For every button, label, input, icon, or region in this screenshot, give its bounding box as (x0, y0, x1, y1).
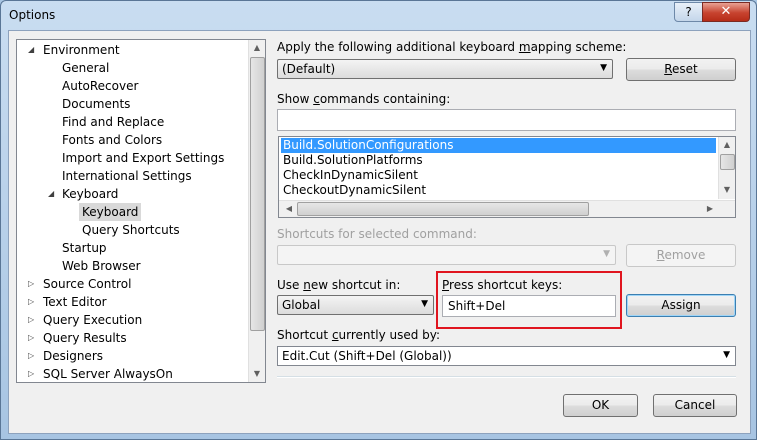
tree-item-label: SQL Server AlwaysOn (43, 367, 173, 381)
scroll-thumb[interactable] (720, 154, 735, 170)
options-tree[interactable]: ◢ Environment General AutoRecover Docume… (16, 39, 266, 383)
tree-vertical-scrollbar[interactable]: ▲ ▼ (248, 40, 265, 382)
help-icon: ? (685, 5, 692, 19)
help-button[interactable]: ? (674, 2, 703, 22)
tree-item-general[interactable]: General (17, 59, 247, 77)
scroll-down-icon[interactable]: ▼ (719, 182, 735, 198)
list-item[interactable]: Build.SolutionPlatforms (281, 153, 423, 168)
scroll-up-icon[interactable]: ▲ (719, 137, 735, 153)
shortcuts-selected-dropdown[interactable]: ▼ (277, 245, 616, 265)
scroll-right-icon[interactable]: ▶ (702, 201, 718, 217)
commands-vertical-scrollbar[interactable]: ▲ ▼ (718, 137, 735, 199)
tree-item-label: Keyboard (62, 187, 119, 201)
title-bar[interactable]: Options ? ✕ (1, 1, 756, 31)
assign-button[interactable]: Assign (626, 294, 736, 317)
chevron-down-icon: ▼ (421, 299, 428, 309)
tree-item-label: Query Results (43, 331, 127, 345)
list-item[interactable]: Build.SolutionConfigurations (281, 138, 716, 153)
currently-used-value: Edit.Cut (Shift+Del (Global)) (282, 349, 452, 363)
tree-item-label: Text Editor (43, 295, 107, 309)
tree-item-label: General (62, 61, 110, 75)
remove-button[interactable]: Remove (626, 244, 736, 267)
tree-item-keyboard[interactable]: Keyboard (17, 203, 247, 221)
use-new-shortcut-label: Use new shortcut in: (277, 278, 401, 292)
tree-item-find-and-replace[interactable]: Find and Replace (17, 113, 247, 131)
tree-item-label: Import and Export Settings (62, 151, 225, 165)
expand-icon[interactable]: ▷ (28, 275, 34, 293)
scroll-thumb[interactable] (297, 202, 589, 216)
scroll-down-icon[interactable]: ▼ (249, 366, 265, 382)
currently-used-dropdown[interactable]: Edit.Cut (Shift+Del (Global)) ▼ (277, 346, 736, 366)
list-item[interactable]: CheckoutDynamicSilent (281, 183, 426, 198)
expand-icon[interactable]: ▷ (28, 347, 34, 365)
close-icon: ✕ (720, 4, 732, 19)
scroll-thumb[interactable] (250, 57, 265, 331)
tree-item-keyboard-group[interactable]: ◢ Keyboard (17, 185, 247, 203)
cancel-button[interactable]: Cancel (653, 394, 737, 417)
tree-item-label: Query Execution (43, 313, 143, 327)
expand-icon[interactable]: ▷ (28, 329, 34, 347)
scroll-left-icon[interactable]: ◀ (281, 201, 297, 217)
chevron-down-icon: ▼ (600, 63, 607, 73)
chevron-down-icon: ▼ (603, 249, 610, 259)
use-new-shortcut-value: Global (282, 298, 321, 312)
tree-item-label: Find and Replace (62, 115, 165, 129)
tree-item-query-execution[interactable]: ▷ Query Execution (17, 311, 247, 329)
tree-item-source-control[interactable]: ▷ Source Control (17, 275, 247, 293)
tree-item-web-browser[interactable]: Web Browser (17, 257, 247, 275)
tree-item-international-settings[interactable]: International Settings (17, 167, 247, 185)
press-shortcut-keys-input[interactable]: Shift+Del (442, 295, 616, 317)
options-window: Options ? ✕ ◢ Environment General AutoRe… (0, 0, 757, 440)
reset-button[interactable]: Reset (626, 58, 736, 81)
expand-icon[interactable]: ▷ (28, 293, 34, 311)
tree-item-label: Query Shortcuts (82, 223, 180, 237)
shortcut-keys-value: Shift+Del (448, 299, 506, 313)
expand-icon[interactable]: ▷ (28, 311, 34, 329)
commands-horizontal-scrollbar[interactable]: ◀ ▶ (279, 200, 735, 217)
collapse-icon[interactable]: ◢ (48, 185, 54, 203)
list-item[interactable]: CheckInDynamicSilent (281, 168, 418, 183)
tree-item-label: International Settings (62, 169, 192, 183)
currently-used-label: Shortcut currently used by: (277, 328, 441, 342)
tree-item-label: Environment (43, 43, 120, 57)
mapping-scheme-dropdown[interactable]: (Default) ▼ (277, 59, 613, 79)
tree-item-label: Designers (43, 349, 103, 363)
tree-item-import-export-settings[interactable]: Import and Export Settings (17, 149, 247, 167)
tree-item-text-editor[interactable]: ▷ Text Editor (17, 293, 247, 311)
tree-item-query-shortcuts[interactable]: Query Shortcuts (17, 221, 247, 239)
close-button[interactable]: ✕ (702, 2, 750, 22)
tree-item-documents[interactable]: Documents (17, 95, 247, 113)
tree-item-sql-server-alwayson[interactable]: ▷ SQL Server AlwaysOn (17, 365, 247, 382)
tree-item-label: Documents (62, 97, 131, 111)
expand-icon[interactable]: ▷ (28, 365, 34, 382)
tree-item-environment[interactable]: ◢ Environment (17, 41, 247, 59)
dialog-body: ◢ Environment General AutoRecover Docume… (8, 30, 751, 434)
use-new-shortcut-dropdown[interactable]: Global ▼ (277, 295, 434, 315)
tree-item-label: AutoRecover (62, 79, 139, 93)
window-title: Options (9, 8, 56, 22)
shortcuts-selected-label: Shortcuts for selected command: (277, 227, 477, 241)
tree-item-label: Keyboard (79, 203, 142, 221)
separator (277, 376, 736, 378)
tree-item-label: Startup (62, 241, 107, 255)
scroll-up-icon[interactable]: ▲ (249, 40, 265, 56)
show-commands-label: Show commands containing: (277, 92, 451, 106)
tree-item-designers[interactable]: ▷ Designers (17, 347, 247, 365)
press-shortcut-keys-label: Press shortcut keys: (442, 278, 563, 292)
collapse-icon[interactable]: ◢ (28, 41, 34, 59)
mapping-scheme-label: Apply the following additional keyboard … (277, 40, 627, 54)
commands-list[interactable]: Build.SolutionConfigurations Build.Solut… (278, 136, 736, 218)
tree-item-label: Fonts and Colors (62, 133, 163, 147)
ok-button[interactable]: OK (563, 394, 638, 417)
chevron-down-icon: ▼ (723, 350, 730, 360)
tree-item-query-results[interactable]: ▷ Query Results (17, 329, 247, 347)
tree-item-label: Web Browser (62, 259, 141, 273)
tree-item-startup[interactable]: Startup (17, 239, 247, 257)
mapping-scheme-value: (Default) (282, 62, 336, 76)
tree-item-fonts-and-colors[interactable]: Fonts and Colors (17, 131, 247, 149)
tree-item-autorecover[interactable]: AutoRecover (17, 77, 247, 95)
tree-item-label: Source Control (43, 277, 132, 291)
show-commands-input[interactable] (277, 109, 736, 131)
